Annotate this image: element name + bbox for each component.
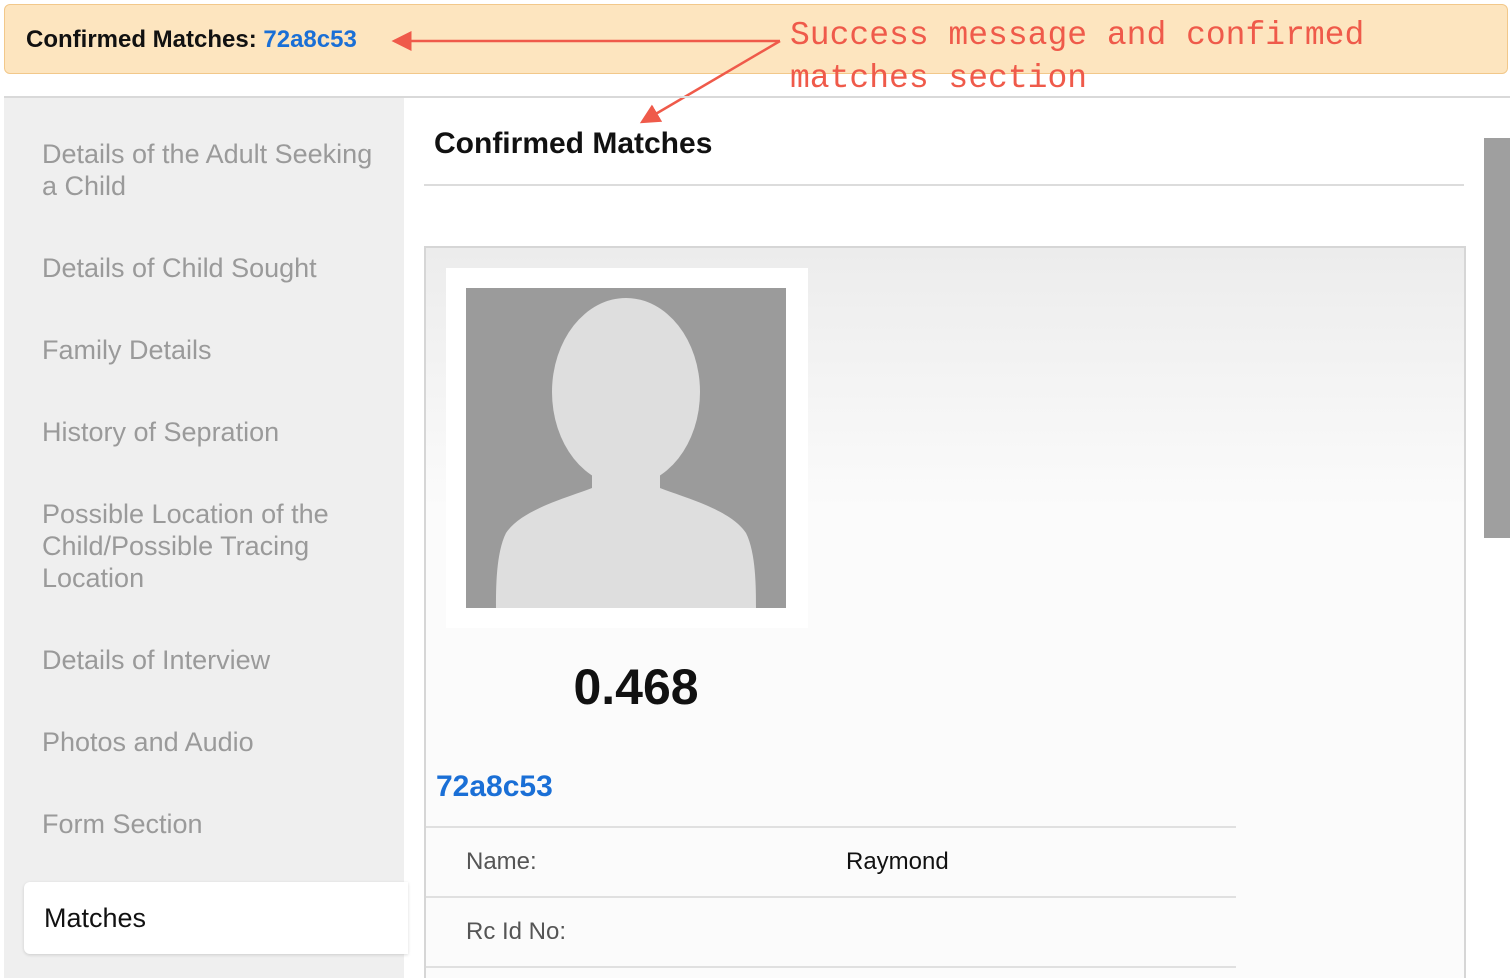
sidebar-item-history-separation[interactable]: History of Sepration xyxy=(42,416,382,448)
sidebar-item-adult-details[interactable]: Details of the Adult Seeking a Child xyxy=(42,138,382,202)
title-divider xyxy=(424,184,1464,186)
sidebar-item-interview-details[interactable]: Details of Interview xyxy=(42,644,382,676)
sidebar-item-possible-location[interactable]: Possible Location of the Child/Possible … xyxy=(42,498,382,594)
annotation-line-2: matches section xyxy=(790,60,1088,97)
sidebar-item-photos-audio[interactable]: Photos and Audio xyxy=(42,726,382,758)
photo-frame xyxy=(446,268,808,628)
annotation-callout: Success message and confirmed matches se… xyxy=(790,14,1490,100)
field-row-rc-id: Rc Id No: xyxy=(426,896,1236,966)
sidebar-item-family-details[interactable]: Family Details xyxy=(42,334,382,366)
page-title: Confirmed Matches xyxy=(434,127,713,160)
sidebar-item-form-section[interactable]: Form Section xyxy=(42,808,382,840)
field-row-divider xyxy=(426,966,1236,968)
match-score: 0.468 xyxy=(573,659,699,715)
annotation-line-1: Success message and confirmed xyxy=(790,17,1365,54)
field-row-name: Name: Raymond xyxy=(426,826,1236,896)
person-silhouette-icon[interactable] xyxy=(466,288,786,608)
match-card: 0.468 72a8c53 Name: Raymond Rc Id No: xyxy=(424,246,1466,978)
sidebar-item-matches[interactable]: Matches xyxy=(24,882,408,954)
sidebar-item-child-sought[interactable]: Details of Child Sought xyxy=(42,252,382,284)
field-value-name: Raymond xyxy=(846,848,949,875)
success-message-text: Confirmed Matches: 72a8c53 xyxy=(26,26,357,54)
vertical-scrollbar[interactable] xyxy=(1484,138,1510,538)
field-label-name: Name: xyxy=(466,848,537,875)
confirmed-match-link[interactable]: 72a8c53 xyxy=(263,26,356,53)
match-id-link[interactable]: 72a8c53 xyxy=(436,770,553,804)
success-message-label: Confirmed Matches: xyxy=(26,26,264,53)
field-label-rc-id: Rc Id No: xyxy=(466,918,567,945)
form-sections-sidebar: Details of the Adult Seeking a Child Det… xyxy=(4,98,408,978)
